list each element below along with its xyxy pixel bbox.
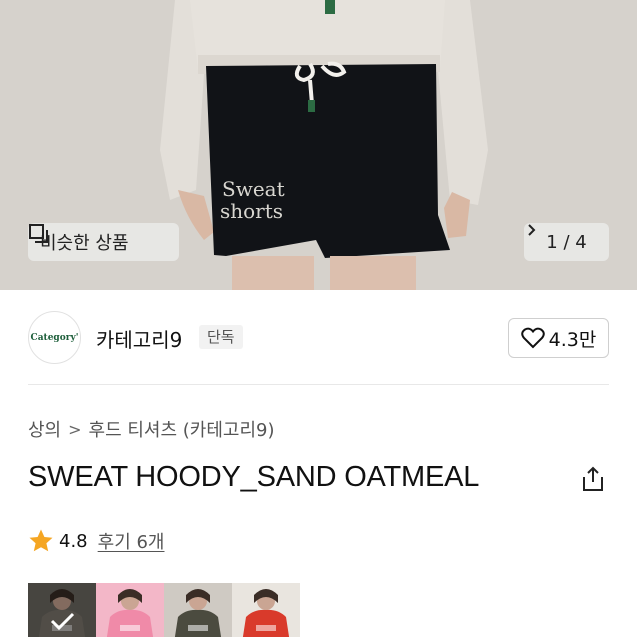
similar-products-label: 비슷한 상품 xyxy=(40,233,129,254)
heart-icon xyxy=(520,327,545,349)
breadcrumb: 상의 > 후드 티셔츠 (카테고리9) xyxy=(28,416,275,442)
image-counter-button[interactable]: 1 / 4 xyxy=(524,223,609,261)
seller-row: Category' 카테고리9 단독 4.3만 xyxy=(0,290,637,386)
breadcrumb-item-subcategory[interactable]: 후드 티셔츠 (카테고리9) xyxy=(89,416,275,442)
seller-logo-text: Category' xyxy=(30,332,79,343)
like-button[interactable]: 4.3만 xyxy=(508,318,609,358)
like-count: 4.3만 xyxy=(548,328,597,351)
star-icon xyxy=(29,529,53,552)
chevron-right-icon xyxy=(528,224,536,236)
color-thumbnails xyxy=(28,583,300,637)
similar-items-icon xyxy=(29,224,48,243)
rating-value: 4.8 xyxy=(59,530,88,552)
similar-products-button[interactable]: 비슷한 상품 xyxy=(28,223,179,261)
chevron-right-icon: > xyxy=(68,419,82,439)
svg-text:Sweat: Sweat xyxy=(222,177,285,201)
color-thumbnail[interactable] xyxy=(28,583,96,637)
rating-row: 4.8 후기 6개 xyxy=(28,528,165,554)
image-counter-text: 1 / 4 xyxy=(546,231,587,253)
exclusive-badge: 단독 xyxy=(199,325,243,349)
review-count-link[interactable]: 후기 6개 xyxy=(98,528,165,554)
color-thumbnail[interactable] xyxy=(232,583,300,637)
breadcrumb-item-category[interactable]: 상의 xyxy=(28,416,61,442)
seller-name[interactable]: 카테고리9 xyxy=(96,324,182,353)
divider xyxy=(28,384,609,385)
svg-text:shorts: shorts xyxy=(220,199,283,223)
color-thumbnail[interactable] xyxy=(164,583,232,637)
seller-logo[interactable]: Category' xyxy=(28,311,81,364)
color-thumbnail[interactable] xyxy=(96,583,164,637)
product-image-carousel[interactable]: Sweat shorts 비슷한 상품 1 / 4 xyxy=(0,0,637,290)
product-title: SWEAT HOODY_SAND OATMEAL xyxy=(28,461,480,493)
share-icon[interactable] xyxy=(580,466,606,492)
